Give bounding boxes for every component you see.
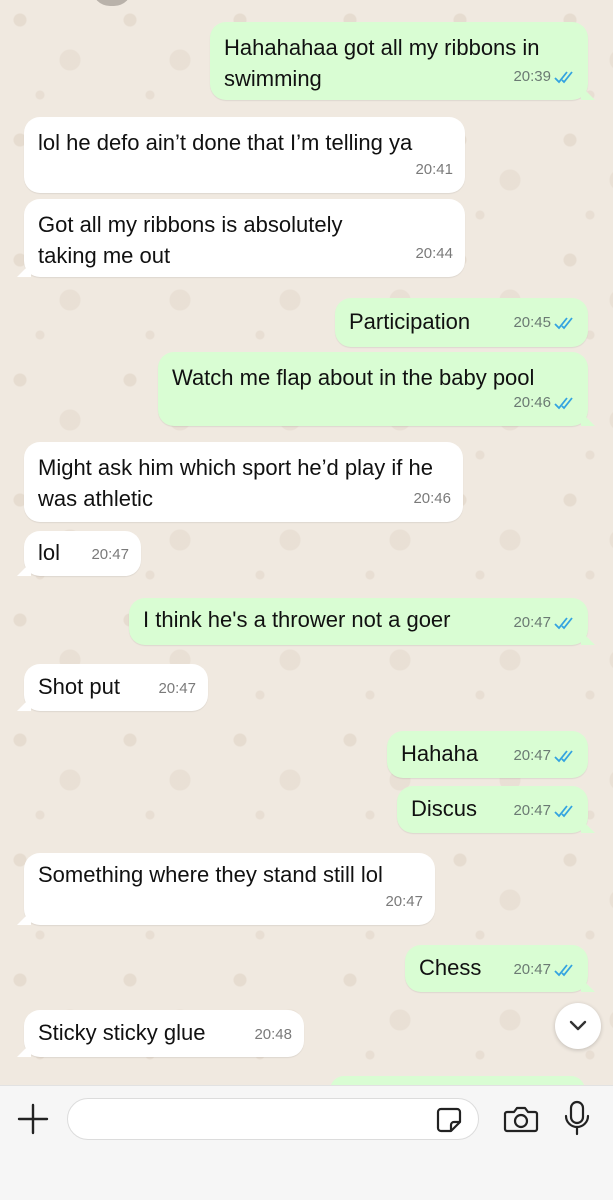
message-text: Hahahahaa got all my ribbons in swimming	[224, 35, 540, 91]
message-text: Discus	[411, 796, 478, 821]
message-text: Hahaha	[401, 741, 479, 766]
message-time: 20:44	[415, 245, 453, 262]
read-receipt-icon	[554, 749, 573, 762]
scroll-to-bottom-button[interactable]	[555, 1003, 601, 1049]
message-meta: 20:47	[91, 539, 129, 570]
read-receipt-icon	[554, 70, 573, 83]
message-meta: 20:47	[513, 795, 576, 826]
message-time: 20:47	[385, 893, 423, 910]
message-time: 20:47	[513, 802, 551, 819]
message-meta: 20:47	[158, 673, 196, 704]
message-meta: 20:47	[513, 607, 576, 638]
message-meta: 20:41	[415, 154, 453, 185]
message-outgoing[interactable]: Discus 20:47	[397, 786, 588, 833]
message-time: 20:47	[513, 961, 551, 978]
message-time: 20:46	[413, 490, 451, 507]
message-text: lol	[38, 540, 61, 565]
message-incoming[interactable]: lol 20:47	[24, 531, 141, 576]
partially-visible-message	[330, 1076, 585, 1085]
message-text: Shot put	[38, 674, 120, 699]
message-input[interactable]	[67, 1098, 479, 1140]
plus-icon[interactable]	[16, 1102, 50, 1136]
message-outgoing[interactable]: Chess 20:47	[405, 945, 588, 992]
message-meta: 20:48	[254, 1019, 292, 1050]
message-time: 20:46	[513, 394, 551, 411]
message-meta: 20:47	[513, 954, 576, 985]
message-meta: 20:45	[513, 307, 576, 338]
message-outgoing[interactable]: I think he's a thrower not a goer 20:47	[129, 598, 588, 645]
mic-icon[interactable]	[563, 1100, 591, 1136]
message-incoming[interactable]: Got all my ribbons is absolutely taking …	[24, 199, 465, 277]
message-text: Participation	[349, 309, 471, 334]
message-time: 20:45	[513, 314, 551, 331]
message-text: lol he defo ain’t done that I’m telling …	[38, 130, 413, 155]
message-time: 20:47	[513, 614, 551, 631]
message-outgoing[interactable]: Hahaha 20:47	[387, 731, 588, 778]
message-meta: 20:47	[513, 740, 576, 771]
message-text: Sticky sticky glue	[38, 1020, 206, 1045]
message-incoming[interactable]: Sticky sticky glue 20:48	[24, 1010, 304, 1057]
message-time: 20:47	[158, 680, 196, 697]
message-text: Might ask him which sport he’d play if h…	[38, 455, 433, 511]
message-text: Watch me flap about in the baby pool	[172, 365, 535, 390]
message-meta: 20:44	[415, 238, 453, 269]
avatar	[92, 0, 132, 6]
message-meta: 20:39	[513, 61, 576, 92]
camera-icon[interactable]	[503, 1104, 539, 1134]
message-meta: 20:47	[385, 886, 423, 917]
chevron-down-icon	[569, 1020, 587, 1031]
message-outgoing[interactable]: Participation 20:45	[335, 298, 588, 347]
message-time: 20:48	[254, 1026, 292, 1043]
message-incoming[interactable]: Shot put 20:47	[24, 664, 208, 711]
message-incoming[interactable]: Something where they stand still lol 20:…	[24, 853, 435, 925]
message-time: 20:47	[91, 546, 129, 563]
read-receipt-icon	[554, 963, 573, 976]
read-receipt-icon	[554, 804, 573, 817]
message-text: Got all my ribbons is absolutely taking …	[38, 212, 343, 268]
message-time: 20:47	[513, 747, 551, 764]
read-receipt-icon	[554, 316, 573, 329]
message-outgoing[interactable]: Watch me flap about in the baby pool 20:…	[158, 352, 588, 426]
message-text: I think he's a thrower not a goer	[143, 607, 451, 632]
message-outgoing[interactable]: Hahahahaa got all my ribbons in swimming…	[210, 22, 588, 100]
message-incoming[interactable]: Might ask him which sport he’d play if h…	[24, 442, 463, 522]
message-text: Something where they stand still lol	[38, 862, 383, 887]
message-time: 20:41	[415, 161, 453, 178]
message-incoming[interactable]: lol he defo ain’t done that I’m telling …	[24, 117, 465, 193]
chat-area[interactable]: Hahahahaa got all my ribbons in swimming…	[0, 0, 613, 1085]
sticker-icon[interactable]	[435, 1106, 463, 1134]
message-text: Chess	[419, 955, 482, 980]
read-receipt-icon	[554, 616, 573, 629]
read-receipt-icon	[554, 396, 573, 409]
message-meta: 20:46	[413, 483, 451, 514]
message-meta: 20:46	[513, 387, 576, 418]
message-time: 20:39	[513, 68, 551, 85]
